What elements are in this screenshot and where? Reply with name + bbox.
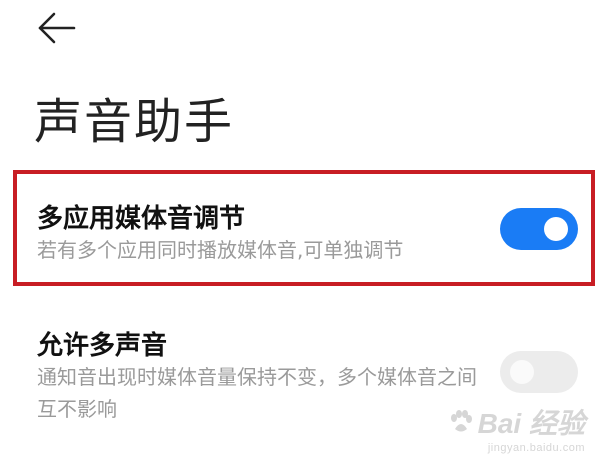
- watermark-brand: Bai 经验: [448, 402, 585, 442]
- arrow-left-icon: [38, 12, 76, 44]
- toggle-knob: [510, 360, 534, 384]
- page-title: 声音助手: [34, 94, 235, 150]
- allow-multiple-sounds-toggle[interactable]: [500, 351, 578, 393]
- setting-title: 允许多声音: [37, 331, 168, 361]
- watermark-text: Bai 经验: [477, 408, 585, 439]
- setting-description: 通知音出现时媒体音量保持不变，多个媒体音之间互不影响: [37, 365, 477, 421]
- watermark: Bai 经验 jingyan.baidu.com: [448, 402, 585, 454]
- watermark-url: jingyan.baidu.com: [487, 442, 585, 454]
- baidu-paw-icon: [450, 410, 472, 432]
- highlight-annotation-box: [13, 170, 595, 286]
- back-button[interactable]: [30, 8, 78, 48]
